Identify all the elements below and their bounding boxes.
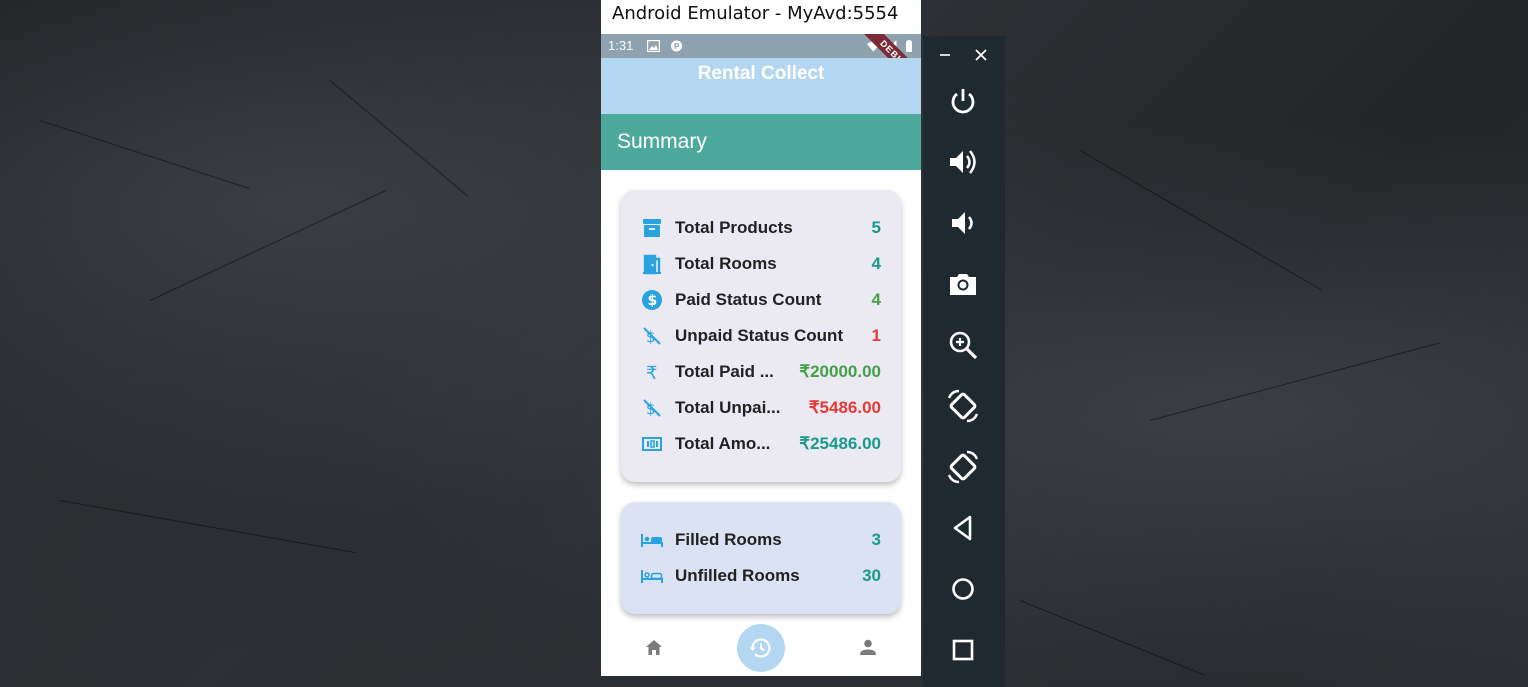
rotate-right-icon — [947, 450, 979, 484]
back-button[interactable] — [943, 508, 983, 548]
row-value: 4 — [871, 254, 881, 273]
rupee-icon: ₹ — [646, 363, 657, 383]
nav-profile[interactable] — [844, 624, 892, 672]
image-notification-icon — [647, 40, 660, 52]
status-time: 1:31 — [608, 38, 634, 53]
overview-button[interactable] — [943, 630, 983, 670]
close-icon[interactable] — [971, 45, 991, 65]
zoom-icon — [949, 331, 978, 360]
inventory-box-icon — [643, 219, 661, 237]
rooms-card: Filled Rooms 3 Unfilled Rooms 30 — [621, 502, 901, 614]
money-icon — [642, 437, 662, 451]
volume-up-icon — [950, 150, 976, 174]
row-label: Total Unpai... — [675, 398, 781, 417]
background-texture — [1019, 600, 1206, 676]
window-title-bar[interactable]: Android Emulator - MyAvd:5554 — [601, 0, 921, 34]
emulator-toolbar — [923, 36, 1005, 687]
power-icon — [951, 89, 975, 114]
emulator-window: Android Emulator - MyAvd:5554 1:31 P DEB… — [601, 0, 921, 676]
notification-circle-icon: P — [671, 40, 682, 52]
rotate-left-icon — [947, 389, 979, 423]
home-circle-icon — [952, 578, 974, 600]
row-value: 1 — [871, 326, 881, 345]
rooms-row: Filled Rooms 3 — [641, 527, 881, 551]
status-bar: 1:31 P DEBUG — [601, 34, 921, 58]
row-value: 5 — [871, 218, 881, 237]
back-icon — [953, 515, 972, 541]
summary-card: Total Products 5 Total Rooms 4 $ Paid St… — [621, 190, 901, 482]
summary-row: ₹ Total Paid ... ₹20000.00 — [641, 359, 881, 383]
row-value: 3 — [871, 530, 881, 549]
summary-title: Summary — [617, 130, 707, 153]
background-texture — [59, 500, 356, 554]
power-button[interactable] — [943, 81, 983, 121]
background-texture — [1149, 342, 1440, 421]
summary-row: Total Products 5 — [641, 215, 881, 239]
window-title: Android Emulator - MyAvd:5554 — [612, 3, 899, 24]
summary-row: Total Amo... ₹25486.00 — [641, 431, 881, 455]
background-texture — [1079, 150, 1323, 291]
camera-icon — [950, 274, 976, 295]
summary-header: Summary — [601, 114, 921, 170]
row-label: Unpaid Status Count — [675, 326, 844, 345]
history-icon — [749, 638, 771, 658]
svg-text:P: P — [674, 42, 680, 51]
row-value: ₹20000.00 — [799, 362, 881, 381]
row-label: Filled Rooms — [675, 530, 782, 549]
nav-home[interactable] — [630, 624, 678, 672]
summary-row: Total Rooms 4 — [641, 251, 881, 275]
rooms-row: Unfilled Rooms 30 — [641, 563, 881, 587]
battery-icon — [906, 40, 912, 52]
bed-filled-icon — [641, 534, 663, 547]
row-label: Total Rooms — [675, 254, 777, 273]
rotate-right-button[interactable] — [943, 447, 983, 487]
minimize-icon[interactable] — [935, 45, 955, 65]
volume-down-icon — [952, 212, 973, 234]
person-icon — [860, 639, 876, 655]
row-value: ₹5486.00 — [808, 398, 881, 417]
screenshot-button[interactable] — [943, 264, 983, 304]
row-label: Paid Status Count — [675, 290, 822, 309]
money-off-icon: $ — [643, 399, 661, 418]
svg-text:₹: ₹ — [646, 363, 657, 383]
row-label: Unfilled Rooms — [675, 566, 800, 585]
overview-icon — [952, 639, 974, 661]
home-button[interactable] — [943, 569, 983, 609]
summary-row: $ Total Unpai... ₹5486.00 — [641, 395, 881, 419]
background-texture — [149, 190, 386, 301]
summary-row: $ Unpaid Status Count 1 — [641, 323, 881, 347]
summary-row: $ Paid Status Count 4 — [641, 287, 881, 311]
row-label: Total Products — [675, 218, 793, 237]
app-title: Rental Collect — [697, 63, 825, 84]
row-label: Total Paid ... — [675, 362, 774, 381]
background-texture — [329, 80, 469, 197]
volume-down-button[interactable] — [943, 203, 983, 243]
row-value: 4 — [871, 290, 881, 309]
rotate-left-button[interactable] — [943, 386, 983, 426]
door-icon — [643, 254, 661, 275]
bottom-navigation — [601, 622, 921, 676]
dollar-circle-icon: $ — [642, 290, 662, 310]
summary-content[interactable]: Total Products 5 Total Rooms 4 $ Paid St… — [601, 170, 921, 622]
row-label: Total Amo... — [675, 434, 771, 453]
row-value: ₹25486.00 — [799, 434, 881, 453]
background-texture — [39, 120, 250, 189]
bed-outline-icon — [641, 570, 663, 583]
svg-text:$: $ — [648, 293, 658, 309]
zoom-button[interactable] — [943, 325, 983, 365]
home-icon — [646, 640, 662, 655]
row-value: 30 — [862, 566, 881, 585]
nav-history[interactable] — [737, 624, 785, 672]
app-bar: Rental Collect — [601, 58, 921, 114]
volume-up-button[interactable] — [943, 142, 983, 182]
money-off-icon: $ — [643, 327, 661, 346]
